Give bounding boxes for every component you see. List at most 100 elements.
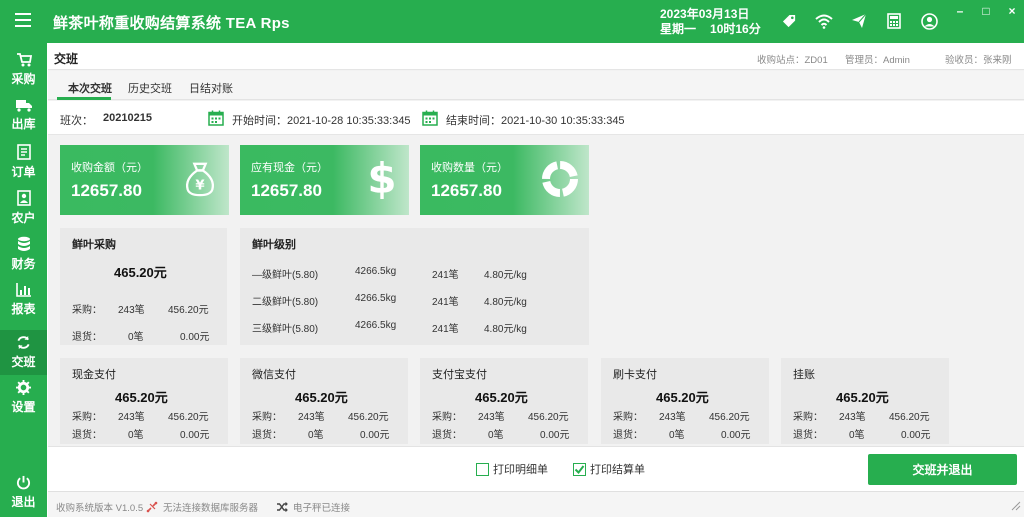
close-button[interactable]: × bbox=[1007, 4, 1017, 18]
return-count: 0笔 bbox=[128, 430, 144, 441]
payment-card-credit: 挂账 465.20元 采购： 243笔 456.20元 退货： 0笔 0.00元 bbox=[781, 358, 949, 444]
version-text: 收购系统版本 V1.0.5 bbox=[56, 500, 143, 514]
card-title: 现金支付 bbox=[72, 369, 116, 381]
checkbox-box bbox=[476, 462, 489, 476]
shift-info-row: 班次： 20210215 开始时间：2021-10-28 10:35:33:34… bbox=[48, 101, 1024, 135]
sidebar-item-label: 出库 bbox=[11, 117, 36, 131]
return-label: 退货： bbox=[72, 430, 102, 441]
sidebar-item-purchase[interactable]: 采购 bbox=[0, 47, 47, 92]
payment-card-alipay: 支付宝支付 465.20元 采购： 243笔 456.20元 退货： 0笔 0.… bbox=[420, 358, 588, 444]
grade-price: 4.80元/kg bbox=[484, 270, 527, 281]
logout-button[interactable]: 退出 bbox=[0, 470, 47, 515]
buy-amount: 456.20元 bbox=[528, 412, 569, 423]
card-title: 刷卡支付 bbox=[613, 369, 657, 381]
page-header: 交班 收购站点：ZD01 管理员：Admin 验收员：张来刚 bbox=[48, 43, 1024, 70]
dollar-icon: $ bbox=[367, 154, 397, 203]
card-title: 支付宝支付 bbox=[432, 369, 487, 381]
buy-label: 采购： bbox=[72, 412, 102, 423]
return-label: 退货： bbox=[432, 430, 462, 441]
grade-price: 4.80元/kg bbox=[484, 297, 527, 308]
sidebar-item-shift[interactable]: 交班 bbox=[0, 330, 47, 375]
buy-label: 采购： bbox=[252, 412, 282, 423]
sidebar-item-label: 订单 bbox=[11, 164, 36, 179]
logout-label: 退出 bbox=[11, 495, 36, 509]
sidebar-item-finance[interactable]: 财务 bbox=[0, 231, 47, 276]
user-icon[interactable] bbox=[918, 10, 940, 32]
card-amount: 465.20元 bbox=[295, 390, 348, 405]
tag-icon[interactable] bbox=[778, 10, 800, 32]
version-label: 收购系统版本 V1.0.5 bbox=[56, 503, 144, 514]
grade-name: 三级鲜叶(5.80) bbox=[252, 324, 319, 335]
payment-card-wechat: 微信支付 465.20元 采购： 243笔 456.20元 退货： 0笔 0.0… bbox=[240, 358, 408, 444]
card-title: 鲜叶采购 bbox=[72, 239, 116, 251]
refresh-icon bbox=[17, 335, 30, 350]
chart-icon bbox=[15, 283, 31, 297]
sidebar-item-label: 报表 bbox=[11, 302, 36, 316]
grade-weight: 4266.5kg bbox=[355, 293, 397, 304]
return-amount: 0.00元 bbox=[360, 430, 390, 441]
buy-amount: 456.20元 bbox=[709, 412, 750, 423]
tab-daily-reconcile[interactable]: 日结对账 bbox=[189, 80, 233, 96]
title-bar: 鲜茶叶称重收购结算系统 TEA Rps 2023年03月13日 星期一 10时1… bbox=[0, 0, 1024, 43]
minimize-button[interactable]: – bbox=[955, 4, 965, 18]
buy-count: 243笔 bbox=[118, 412, 145, 423]
sidebar-item-settings[interactable]: 设置 bbox=[0, 375, 47, 420]
menu-icon[interactable] bbox=[15, 13, 31, 27]
card-title: 挂账 bbox=[793, 369, 815, 381]
maximize-button[interactable]: □ bbox=[981, 4, 991, 18]
truck-icon bbox=[15, 100, 32, 112]
resize-handle-icon[interactable] bbox=[1011, 501, 1021, 514]
buy-label: 采购： bbox=[613, 412, 643, 423]
return-count: 0笔 bbox=[669, 430, 685, 441]
time-text: 10时16分 bbox=[710, 22, 761, 36]
buy-count: 243笔 bbox=[478, 412, 505, 423]
sidebar-item-reports[interactable]: 报表 bbox=[0, 277, 47, 322]
admin-info: 管理员：Admin bbox=[845, 55, 910, 66]
sidebar-item-orders[interactable]: 订单 bbox=[0, 139, 47, 184]
grade-weight: 4266.5kg bbox=[355, 320, 397, 331]
svg-text:¥: ¥ bbox=[195, 178, 205, 193]
farmer-icon bbox=[16, 189, 31, 206]
fresh-purchase-card: 鲜叶采购 465.20元 采购： 243笔 456.20元 退货： 0笔 0.0… bbox=[60, 228, 227, 345]
stat-value: 12657.80 bbox=[71, 181, 142, 200]
sidebar-item-farmers[interactable]: 农户 bbox=[0, 185, 47, 230]
status-bar: 收购系统版本 V1.0.5 无法连接数据库服务器 电子秤已连接 bbox=[48, 491, 1024, 517]
buy-amount: 456.20元 bbox=[168, 412, 209, 423]
inspector-info: 验收员：张来刚 bbox=[945, 55, 1012, 66]
db-status-label: 无法连接数据库服务器 bbox=[163, 503, 259, 514]
card-title: 鲜叶级别 bbox=[252, 239, 296, 251]
page-title: 交班 bbox=[54, 52, 79, 66]
sidebar-item-label: 采购 bbox=[11, 71, 36, 86]
print-settle-checkbox[interactable]: 打印结算单 bbox=[573, 461, 645, 477]
sidebar-item-label: 设置 bbox=[11, 400, 36, 414]
shift-number: 20210215 bbox=[103, 112, 152, 124]
buy-count: 243笔 bbox=[839, 412, 866, 423]
tab-current-shift[interactable]: 本次交班 bbox=[68, 80, 112, 96]
gear-icon bbox=[16, 380, 31, 395]
svg-text:$: $ bbox=[367, 155, 396, 199]
return-count: 0笔 bbox=[308, 430, 324, 441]
print-detail-checkbox[interactable]: 打印明细单 bbox=[476, 461, 548, 477]
station-info: 收购站点：ZD01 bbox=[757, 55, 828, 66]
buy-amount: 456.20元 bbox=[348, 412, 389, 423]
db-status: 无法连接数据库服务器 bbox=[146, 500, 258, 514]
sidebar-item-label: 农户 bbox=[11, 210, 36, 225]
calculator-icon[interactable] bbox=[883, 10, 905, 32]
wifi-icon[interactable] bbox=[813, 10, 835, 32]
send-icon[interactable] bbox=[848, 10, 870, 32]
grade-name: 二级鲜叶(5.80) bbox=[252, 297, 319, 308]
return-count: 0笔 bbox=[849, 430, 865, 441]
return-label: 退货： bbox=[72, 332, 102, 343]
stat-card-purchase-amount: 收购金额（元） 12657.80 ¥ bbox=[60, 145, 229, 215]
sidebar: 采购 出库 订单 农户 财务 报表 交班 设置 退出 bbox=[0, 43, 47, 517]
return-amount: 0.00元 bbox=[540, 430, 570, 441]
stat-value: 12657.80 bbox=[431, 181, 502, 200]
stat-card-cash-due: 应有现金（元） 12657.80 $ bbox=[240, 145, 409, 215]
date-text: 2023年03月13日 bbox=[660, 7, 750, 21]
shift-label: 班次： bbox=[60, 115, 93, 127]
datetime: 2023年03月13日 星期一 10时16分 bbox=[660, 7, 761, 37]
tab-history-shift[interactable]: 历史交班 bbox=[128, 80, 172, 96]
sidebar-item-outbound[interactable]: 出库 bbox=[0, 93, 47, 138]
submit-shift-button[interactable]: 交班并退出 bbox=[868, 454, 1017, 485]
buy-label: 采购： bbox=[793, 412, 823, 423]
